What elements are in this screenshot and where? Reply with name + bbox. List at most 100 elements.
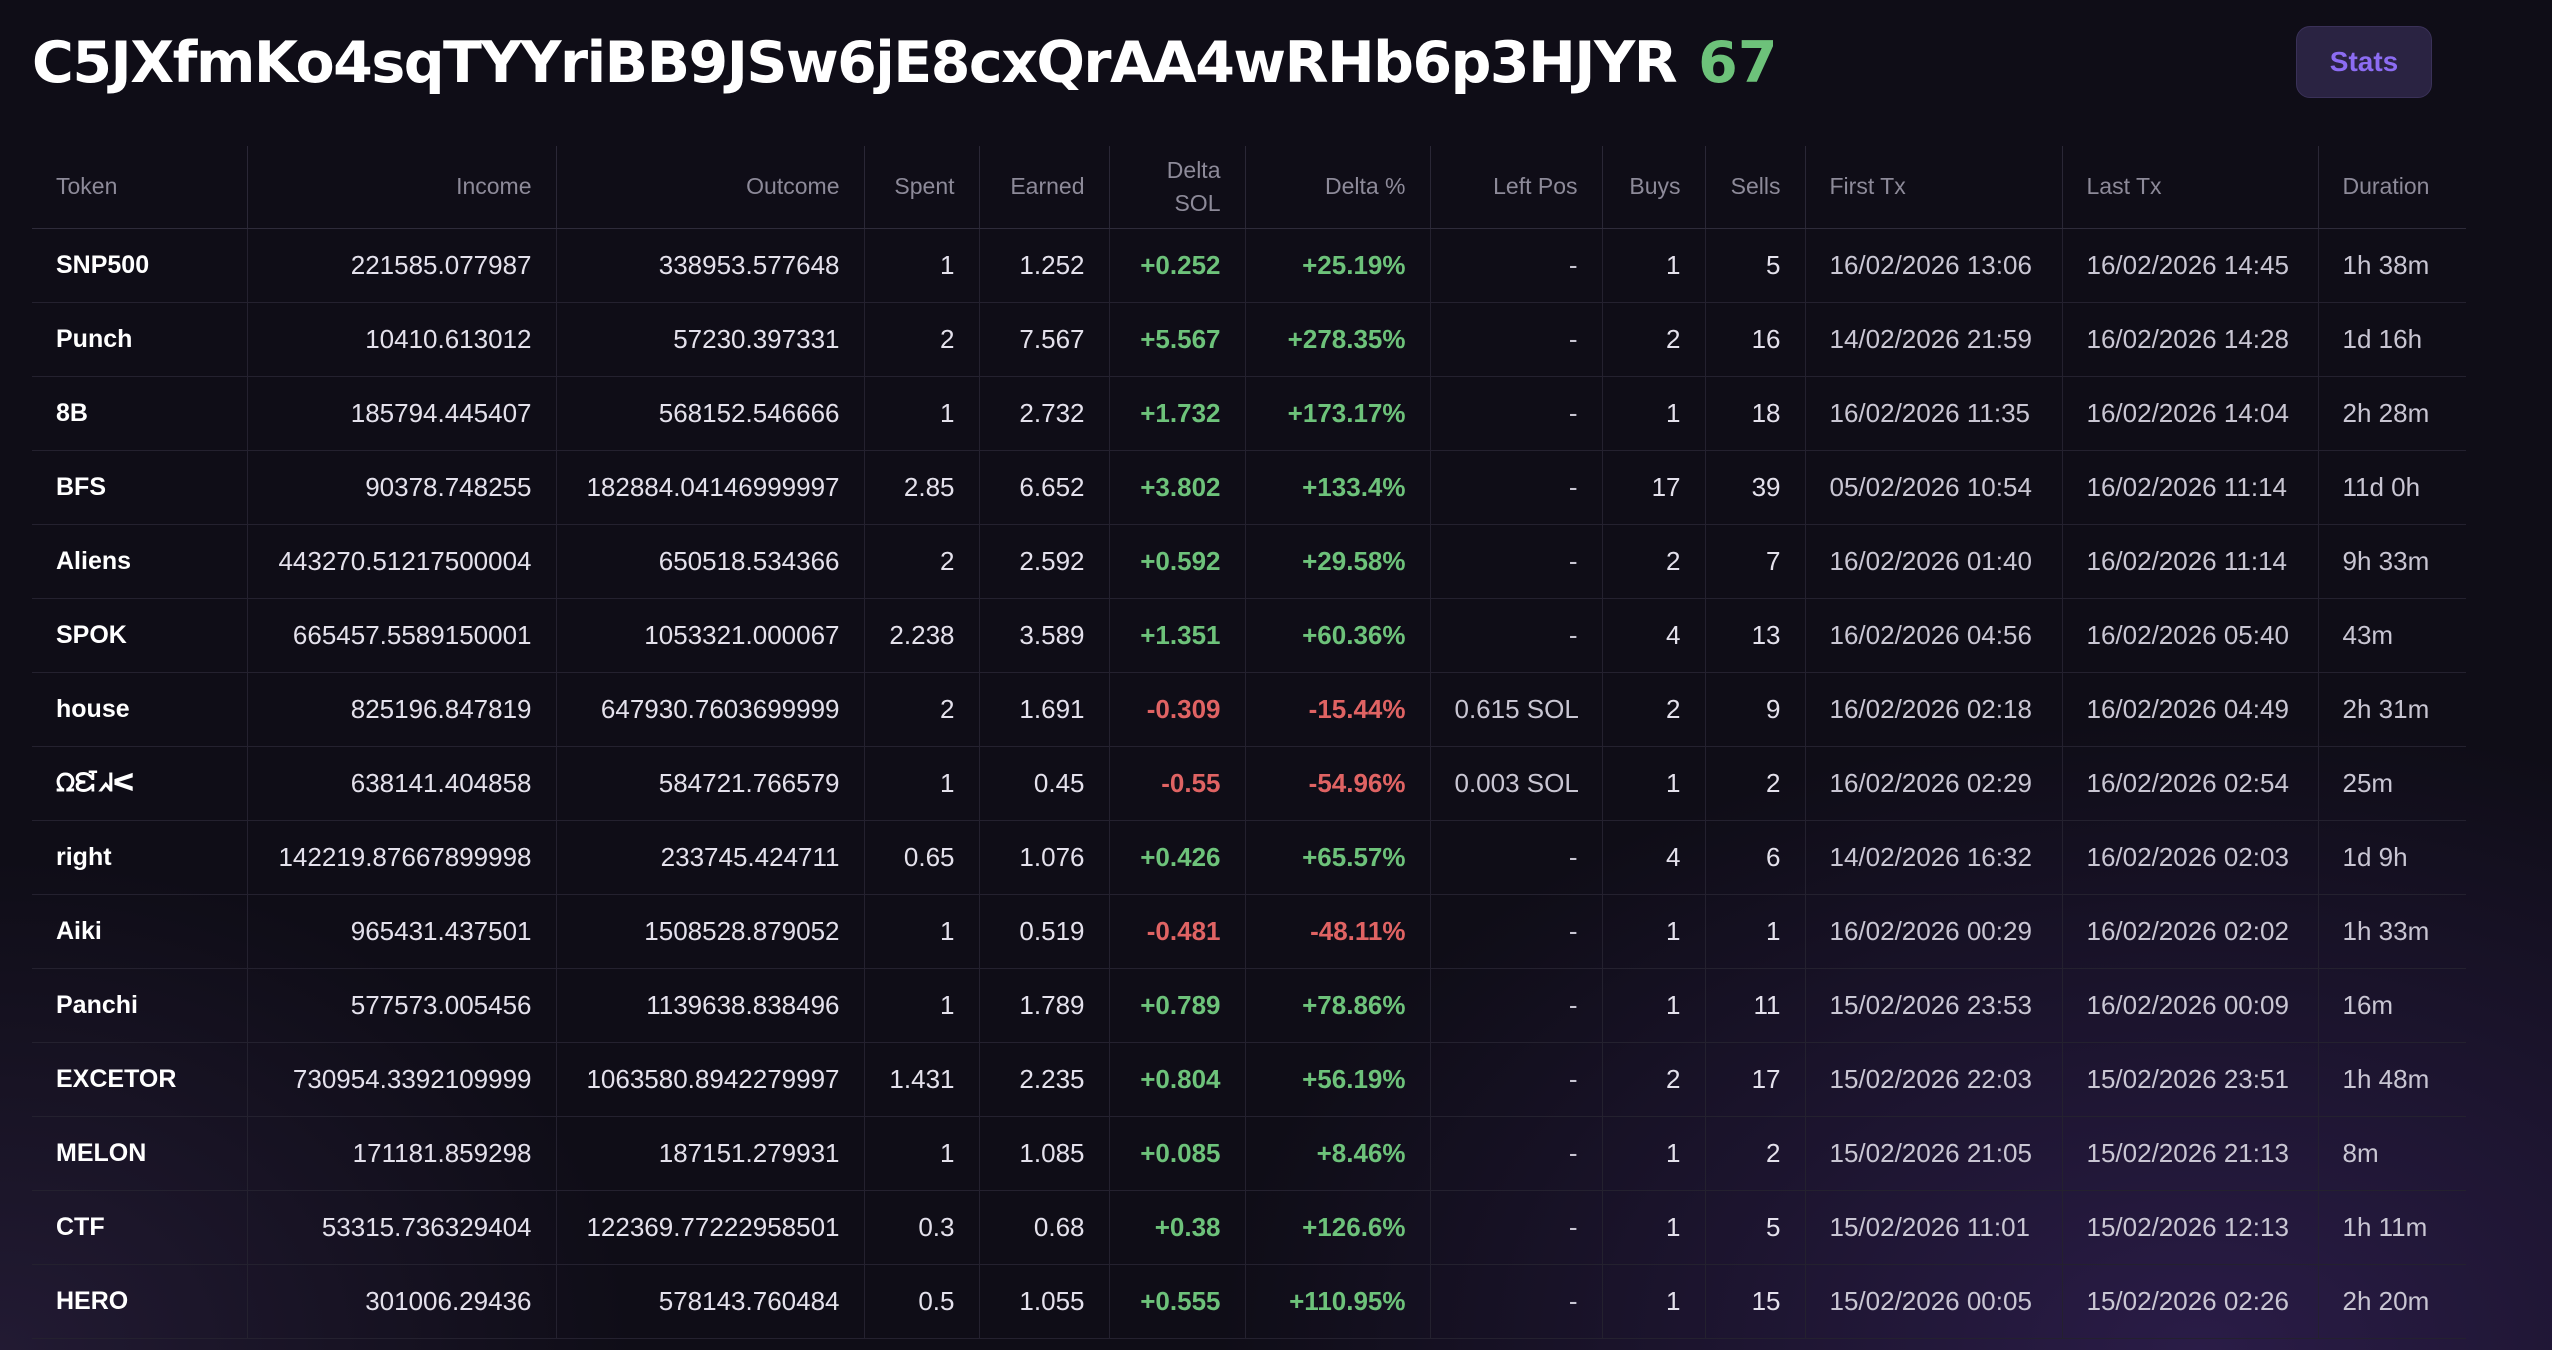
cell-left-pos: - bbox=[1430, 1042, 1603, 1117]
cell-token[interactable]: EXCETOR bbox=[32, 1042, 248, 1117]
cell-buys: 17 bbox=[1602, 450, 1706, 525]
column-header-sells[interactable]: Sells bbox=[1705, 146, 1806, 229]
cell-outcome: 647930.7603699999 bbox=[556, 672, 865, 747]
cell-first-tx: 05/02/2026 10:54 bbox=[1805, 450, 2063, 525]
cell-token[interactable]: MELON bbox=[32, 1116, 248, 1191]
column-header-delta-pct[interactable]: Delta % bbox=[1245, 146, 1431, 229]
table-row[interactable]: 8B 185794.445407 568152.546666 1 2.732 +1.732… bbox=[32, 376, 2466, 451]
cell-buys: 1 bbox=[1602, 228, 1706, 303]
cell-token[interactable]: Panchi bbox=[32, 968, 248, 1043]
cell-earned: 7.567 bbox=[979, 302, 1110, 377]
cell-first-tx: 16/02/2026 11:35 bbox=[1805, 376, 2063, 451]
cell-token[interactable]: HERO bbox=[32, 1264, 248, 1339]
cell-income: 665457.5589150001 bbox=[247, 598, 557, 673]
cell-earned: 1.085 bbox=[979, 1116, 1110, 1191]
cell-last-tx: 16/02/2026 11:14 bbox=[2062, 450, 2319, 525]
table-header-row: Token Income Outcome Spent Earned Delta SOL De… bbox=[32, 146, 2466, 229]
cell-delta-pct: +126.6% bbox=[1245, 1190, 1431, 1265]
cell-left-pos: - bbox=[1430, 302, 1603, 377]
cell-duration: 11d 0h bbox=[2318, 450, 2466, 525]
table-row[interactable]: BFS 90378.748255 182884.04146999997 2.85 6.6… bbox=[32, 450, 2466, 525]
cell-buys: 1 bbox=[1602, 968, 1706, 1043]
cell-sells: 2 bbox=[1705, 1116, 1806, 1191]
column-header-token[interactable]: Token bbox=[32, 146, 248, 229]
stats-button[interactable]: Stats bbox=[2296, 26, 2432, 98]
cell-left-pos: 0.003 SOL bbox=[1430, 746, 1603, 821]
column-header-earned[interactable]: Earned bbox=[979, 146, 1110, 229]
table-row[interactable]: HERO 301006.29436 578143.760484 0.5 1.055 +0.… bbox=[32, 1264, 2466, 1339]
cell-token[interactable]: house bbox=[32, 672, 248, 747]
cell-outcome: 1508528.879052 bbox=[556, 894, 865, 969]
cell-left-pos: - bbox=[1430, 1190, 1603, 1265]
column-header-duration[interactable]: Duration bbox=[2318, 146, 2466, 229]
cell-left-pos: - bbox=[1430, 894, 1603, 969]
table-row[interactable]: ᘯᘿᖽᐸ 638141.404858 584721.766579 1 0.45 -0.55… bbox=[32, 746, 2466, 821]
cell-delta-pct: +173.17% bbox=[1245, 376, 1431, 451]
cell-spent: 2.238 bbox=[864, 598, 980, 673]
column-header-first-tx[interactable]: First Tx bbox=[1805, 146, 2063, 229]
cell-sells: 7 bbox=[1705, 524, 1806, 599]
wallet-address-title: C5JXfmKo4sqTYYriBB9JSw6jE8cxQrAA4wRHb6p3… bbox=[32, 30, 1678, 96]
column-header-delta-sol[interactable]: Delta SOL bbox=[1109, 146, 1246, 229]
table-row[interactable]: Aiki 965431.437501 1508528.879052 1 0.519 -0.… bbox=[32, 894, 2466, 969]
table-row[interactable]: Punch 10410.613012 57230.397331 2 7.567 +5.56… bbox=[32, 302, 2466, 377]
table-row[interactable]: Panchi 577573.005456 1139638.838496 1 1.789 +… bbox=[32, 968, 2466, 1043]
cell-income: 53315.736329404 bbox=[247, 1190, 557, 1265]
cell-left-pos: - bbox=[1430, 1264, 1603, 1339]
cell-duration: 2h 20m bbox=[2318, 1264, 2466, 1339]
table-row[interactable]: EXCETOR 730954.3392109999 1063580.89422799… bbox=[32, 1042, 2466, 1117]
cell-earned: 1.076 bbox=[979, 820, 1110, 895]
cell-token[interactable]: Aiki bbox=[32, 894, 248, 969]
column-header-left-pos[interactable]: Left Pos bbox=[1430, 146, 1603, 229]
cell-token[interactable]: CTF bbox=[32, 1190, 248, 1265]
table-row[interactable]: SNP500 221585.077987 338953.577648 1 1.252 +0… bbox=[32, 228, 2466, 303]
cell-spent: 2 bbox=[864, 302, 980, 377]
cell-token[interactable]: Punch bbox=[32, 302, 248, 377]
cell-token[interactable]: right bbox=[32, 820, 248, 895]
page-header: C5JXfmKo4sqTYYriBB9JSw6jE8cxQrAA4wRHb6p3… bbox=[32, 22, 2552, 104]
cell-last-tx: 16/02/2026 14:28 bbox=[2062, 302, 2319, 377]
cell-token[interactable]: 8B bbox=[32, 376, 248, 451]
cell-spent: 1 bbox=[864, 228, 980, 303]
cell-delta-pct: -15.44% bbox=[1245, 672, 1431, 747]
cell-token[interactable]: BFS bbox=[32, 450, 248, 525]
table-row[interactable]: MELON 171181.859298 187151.279931 1 1.085 +0.… bbox=[32, 1116, 2466, 1191]
cell-last-tx: 16/02/2026 02:54 bbox=[2062, 746, 2319, 821]
cell-outcome: 187151.279931 bbox=[556, 1116, 865, 1191]
cell-income: 638141.404858 bbox=[247, 746, 557, 821]
column-header-income[interactable]: Income bbox=[247, 146, 557, 229]
cell-token[interactable]: Aliens bbox=[32, 524, 248, 599]
cell-sells: 39 bbox=[1705, 450, 1806, 525]
cell-last-tx: 16/02/2026 02:03 bbox=[2062, 820, 2319, 895]
cell-outcome: 584721.766579 bbox=[556, 746, 865, 821]
cell-buys: 2 bbox=[1602, 672, 1706, 747]
cell-delta-pct: +56.19% bbox=[1245, 1042, 1431, 1117]
table-row[interactable]: CTF 53315.736329404 122369.77222958501 0.3 0… bbox=[32, 1190, 2466, 1265]
cell-token[interactable]: SNP500 bbox=[32, 228, 248, 303]
cell-buys: 1 bbox=[1602, 376, 1706, 451]
cell-delta-sol: +0.592 bbox=[1109, 524, 1246, 599]
cell-last-tx: 16/02/2026 00:09 bbox=[2062, 968, 2319, 1043]
column-header-outcome[interactable]: Outcome bbox=[556, 146, 865, 229]
table-row[interactable]: right 142219.87667899998 233745.424711 0.65… bbox=[32, 820, 2466, 895]
cell-buys: 1 bbox=[1602, 894, 1706, 969]
cell-delta-pct: +25.19% bbox=[1245, 228, 1431, 303]
cell-income: 577573.005456 bbox=[247, 968, 557, 1043]
column-header-last-tx[interactable]: Last Tx bbox=[2062, 146, 2319, 229]
cell-first-tx: 15/02/2026 11:01 bbox=[1805, 1190, 2063, 1265]
cell-buys: 2 bbox=[1602, 1042, 1706, 1117]
cell-token[interactable]: ᘯᘿᖽᐸ bbox=[32, 746, 248, 821]
cell-token[interactable]: SPOK bbox=[32, 598, 248, 673]
table-row[interactable]: Aliens 443270.51217500004 650518.534366 2 2.… bbox=[32, 524, 2466, 599]
column-header-buys[interactable]: Buys bbox=[1602, 146, 1706, 229]
table-row[interactable]: SPOK 665457.5589150001 1053321.000067 2.238… bbox=[32, 598, 2466, 673]
table-row[interactable]: house 825196.847819 647930.7603699999 2 1.69… bbox=[32, 672, 2466, 747]
cell-delta-sol: +1.351 bbox=[1109, 598, 1246, 673]
cell-spent: 1 bbox=[864, 894, 980, 969]
cell-first-tx: 16/02/2026 02:29 bbox=[1805, 746, 2063, 821]
cell-last-tx: 16/02/2026 11:14 bbox=[2062, 524, 2319, 599]
cell-left-pos: - bbox=[1430, 450, 1603, 525]
column-header-spent[interactable]: Spent bbox=[864, 146, 980, 229]
cell-delta-pct: +29.58% bbox=[1245, 524, 1431, 599]
cell-earned: 2.592 bbox=[979, 524, 1110, 599]
